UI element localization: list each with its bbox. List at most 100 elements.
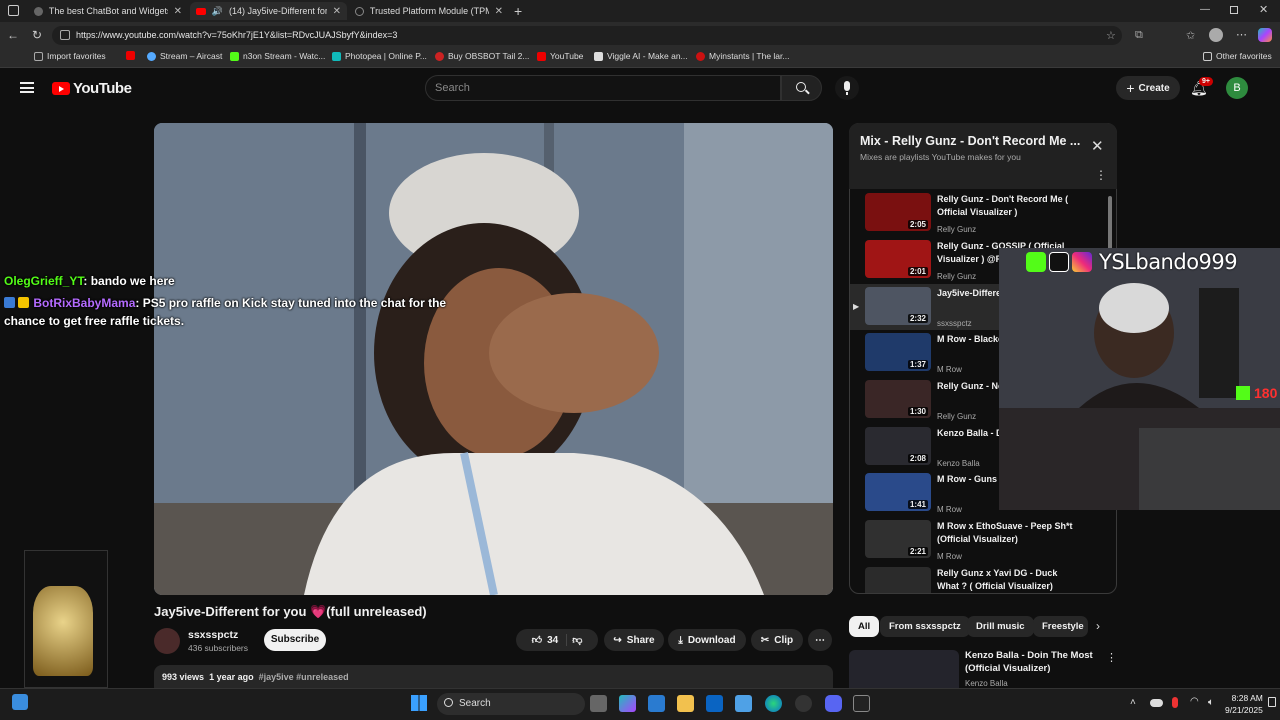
voice-search-button[interactable]	[835, 76, 859, 100]
url-field[interactable]: https://www.youtube.com/watch?v=75oKhr7j…	[52, 26, 1122, 45]
dislike-button[interactable]: 👎︎	[572, 634, 582, 646]
settings-gear-icon[interactable]	[795, 695, 812, 712]
aircast-icon	[147, 51, 156, 61]
outlook-icon[interactable]	[706, 695, 723, 712]
windows-start-icon[interactable]	[411, 695, 427, 711]
fav-myinstants[interactable]: Myinstants | The lar...	[696, 51, 789, 61]
chevron-right-icon[interactable]: ›	[1096, 619, 1100, 633]
widgets-icon[interactable]	[12, 694, 28, 710]
hamburger-menu-icon[interactable]	[20, 82, 34, 93]
refresh-icon[interactable]: ↻	[32, 28, 42, 42]
search-button[interactable]	[781, 75, 822, 101]
account-avatar[interactable]: B	[1226, 77, 1248, 99]
new-tab-icon[interactable]: +	[514, 3, 522, 19]
close-tab-icon[interactable]: ✕	[174, 6, 182, 17]
item-channel: Kenzo Balla	[937, 459, 980, 468]
video-thumbnail: 2:05	[865, 193, 931, 231]
maximize-icon[interactable]	[1230, 6, 1238, 14]
close-tab-icon[interactable]: ✕	[495, 6, 503, 17]
search-icon	[444, 698, 453, 707]
fav-aircast[interactable]	[126, 51, 135, 60]
close-window-icon[interactable]: ✕	[1259, 3, 1268, 16]
favorites-icon[interactable]: ✩	[1186, 29, 1195, 42]
fav-photopea[interactable]: Photopea | Online P...	[332, 51, 427, 61]
tab-tpm[interactable]: Trusted Platform Module (TPM) 2 ✕	[349, 2, 509, 20]
photos-icon[interactable]	[735, 695, 752, 712]
chip-all[interactable]: All	[849, 616, 880, 637]
related-title[interactable]: Kenzo Balla - Doin The Most (Official Vi…	[965, 649, 1095, 675]
task-view-icon[interactable]	[590, 695, 607, 712]
chip-freestyle[interactable]: Freestyle	[1033, 616, 1088, 637]
kick-viewer-badge: 180	[1236, 385, 1277, 401]
taskbar-search[interactable]: Search	[437, 693, 585, 715]
minimize-icon[interactable]: —	[1200, 4, 1210, 15]
favorite-star-icon[interactable]: ☆	[1106, 29, 1116, 42]
close-tab-icon[interactable]: ✕	[333, 6, 341, 17]
like-button[interactable]: 👍︎ 34	[532, 634, 568, 646]
fav-import[interactable]: Import favorites	[34, 51, 106, 61]
extensions-icon[interactable]: ⧉	[1135, 29, 1143, 42]
channel-avatar[interactable]	[154, 628, 180, 654]
upload-age: 1 year ago	[209, 672, 254, 682]
chat-text: chance to get free raffle tickets.	[4, 314, 185, 328]
download-button[interactable]: ⤓ Download	[668, 629, 746, 651]
search-input[interactable]: Search	[425, 75, 781, 101]
video-thumbnail: 1:41	[865, 473, 931, 511]
import-icon	[34, 51, 43, 61]
audio-playing-icon[interactable]: 🔊	[212, 6, 223, 17]
site-info-icon[interactable]	[60, 30, 70, 40]
notifications-button[interactable]: 🔔︎ 9+	[1190, 77, 1213, 97]
playlist-scrollbar[interactable]	[1108, 196, 1112, 256]
close-playlist-icon[interactable]: ✕	[1091, 137, 1104, 155]
mic-icon	[844, 81, 850, 91]
related-menu-icon[interactable]: ⋮	[1106, 651, 1117, 664]
video-player[interactable]	[154, 123, 833, 595]
playlist-item[interactable]: Relly Gunz x Yavi DG - Duck What ? ( Off…	[850, 567, 1110, 593]
tab-youtube[interactable]: 🔊 (14) Jay5ive-Different for yo ✕	[190, 2, 347, 20]
tab-chatbot[interactable]: The best ChatBot and Widgets fo ✕	[28, 2, 188, 20]
item-channel: M Row	[937, 365, 962, 374]
playlist-item[interactable]: 2:05 Relly Gunz - Don't Record Me ( Offi…	[850, 193, 1110, 239]
fav-viggle[interactable]: Viggle AI - Make an...	[594, 51, 688, 61]
chat-username: BotRixBabyMama	[33, 296, 136, 310]
mic-tray-icon[interactable]	[1172, 697, 1178, 708]
notification-center-icon[interactable]	[1268, 697, 1276, 707]
chip-from-channel[interactable]: From ssxsspctz	[880, 616, 970, 637]
playlist-menu-icon[interactable]: ⋮	[1095, 168, 1107, 182]
workspaces-icon[interactable]	[8, 5, 19, 16]
copilot-icon[interactable]	[1258, 28, 1272, 42]
fav-n3on[interactable]: n3on Stream - Watc...	[230, 51, 325, 61]
store-icon[interactable]	[648, 695, 665, 712]
wifi-icon[interactable]: ◠	[1190, 696, 1199, 707]
create-button[interactable]: + Create	[1116, 76, 1180, 100]
more-icon[interactable]: ⋯	[1236, 28, 1247, 41]
fav-aircast-link[interactable]: Stream – Aircast	[147, 51, 222, 61]
fav-obsbot[interactable]: Buy OBSBOT Tail 2...	[435, 51, 529, 61]
tray-chevron-icon[interactable]: ˄	[1130, 697, 1136, 708]
hashtags[interactable]: #jay5ive #unreleased	[259, 672, 349, 682]
clip-button[interactable]: ✂ Clip	[751, 629, 803, 651]
system-clock[interactable]: 8:28 AM 9/21/2025	[1225, 692, 1263, 716]
edge-icon[interactable]	[765, 695, 782, 712]
cod-app-icon[interactable]	[853, 695, 870, 712]
chat-username: OlegGrieff_YT	[4, 274, 84, 288]
playlist-title[interactable]: Mix - Relly Gunz - Don't Record Me ...	[860, 134, 1085, 148]
copilot-icon[interactable]	[619, 695, 636, 712]
onedrive-icon[interactable]	[1150, 699, 1163, 707]
discord-icon[interactable]	[825, 695, 842, 712]
related-thumbnail[interactable]	[849, 650, 959, 688]
chip-drill-music[interactable]: Drill music	[967, 616, 1034, 637]
playlist-item[interactable]: 2:21 M Row x EthoSuave - Peep Sh*t (Offi…	[850, 520, 1110, 566]
profile-icon[interactable]	[1209, 28, 1223, 42]
fav-youtube[interactable]: YouTube	[537, 51, 583, 61]
fav-other[interactable]: Other favorites	[1203, 51, 1272, 61]
youtube-logo[interactable]: YouTube	[52, 80, 132, 97]
more-actions-button[interactable]: ⋯	[808, 629, 832, 651]
volume-icon[interactable]: 🔈︎	[1208, 697, 1214, 708]
back-icon[interactable]: ←	[7, 28, 19, 42]
share-button[interactable]: ↪ Share	[604, 629, 664, 651]
channel-name[interactable]: ssxsspctz	[188, 629, 238, 641]
fav-label: Photopea | Online P...	[345, 51, 427, 61]
subscribe-button[interactable]: Subscribe	[264, 629, 326, 651]
file-explorer-icon[interactable]	[677, 695, 694, 712]
